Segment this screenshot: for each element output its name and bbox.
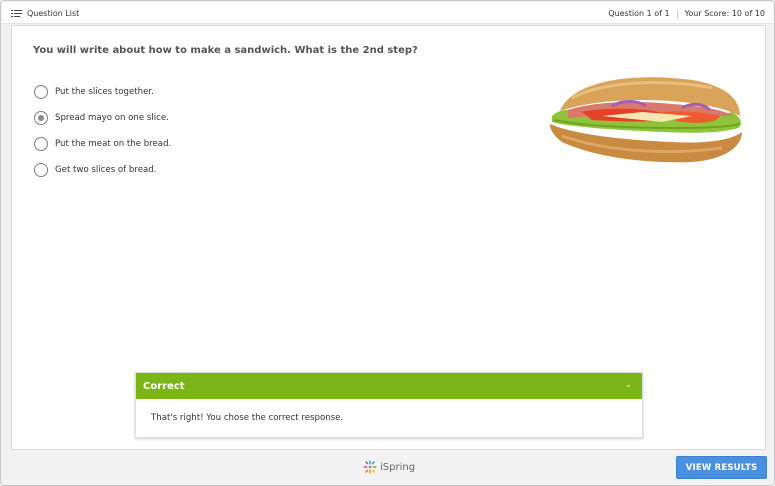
choice-label: Get two slices of bread. (55, 165, 157, 175)
chevron-down-icon[interactable]: ⌄ (625, 381, 633, 389)
question-counter: Question 1 of 1 (608, 9, 670, 18)
choice-label: Put the meat on the bread. (55, 139, 172, 149)
question-list-button[interactable]: Question List (11, 7, 79, 20)
choice-3[interactable]: Put the meat on the bread. (34, 131, 171, 157)
choice-1[interactable]: Put the slices together. (34, 79, 171, 105)
ispring-logo-icon (363, 460, 377, 474)
answer-choices: Put the slices together. Spread mayo on … (34, 79, 171, 183)
footer: iSpring VIEW RESULTS (2, 451, 773, 484)
quiz-window: Question List Question 1 of 1 Your Score… (0, 0, 775, 486)
status-area: Question 1 of 1 Your Score: 10 of 10 (608, 7, 765, 20)
feedback-message: That's right! You chose the correct resp… (151, 413, 344, 423)
feedback-panel: Correct ⌄ That's right! You chose the co… (135, 372, 643, 438)
question-list-label: Question List (27, 9, 80, 18)
choice-label: Spread mayo on one slice. (55, 113, 169, 123)
view-results-button[interactable]: VIEW RESULTS (676, 456, 767, 479)
feedback-header: Correct ⌄ (136, 373, 642, 399)
radio-button[interactable] (34, 85, 48, 99)
question-text: You will write about how to make a sandw… (33, 45, 418, 56)
brand-text: iSpring (380, 461, 416, 473)
top-bar: Question List Question 1 of 1 Your Score… (2, 2, 773, 24)
feedback-title: Correct (143, 380, 185, 392)
ispring-brand: iSpring (363, 460, 415, 474)
choice-4[interactable]: Get two slices of bread. (34, 157, 171, 183)
score-label: Your Score: 10 of 10 (684, 9, 765, 18)
radio-button[interactable] (34, 137, 48, 151)
question-card: You will write about how to make a sandw… (11, 25, 766, 450)
divider (676, 8, 678, 19)
choice-2[interactable]: Spread mayo on one slice. (34, 105, 171, 131)
list-icon (11, 9, 22, 18)
radio-button[interactable] (34, 163, 48, 177)
radio-button-selected[interactable] (34, 111, 48, 125)
choice-label: Put the slices together. (55, 87, 154, 97)
sandwich-image (550, 77, 742, 163)
